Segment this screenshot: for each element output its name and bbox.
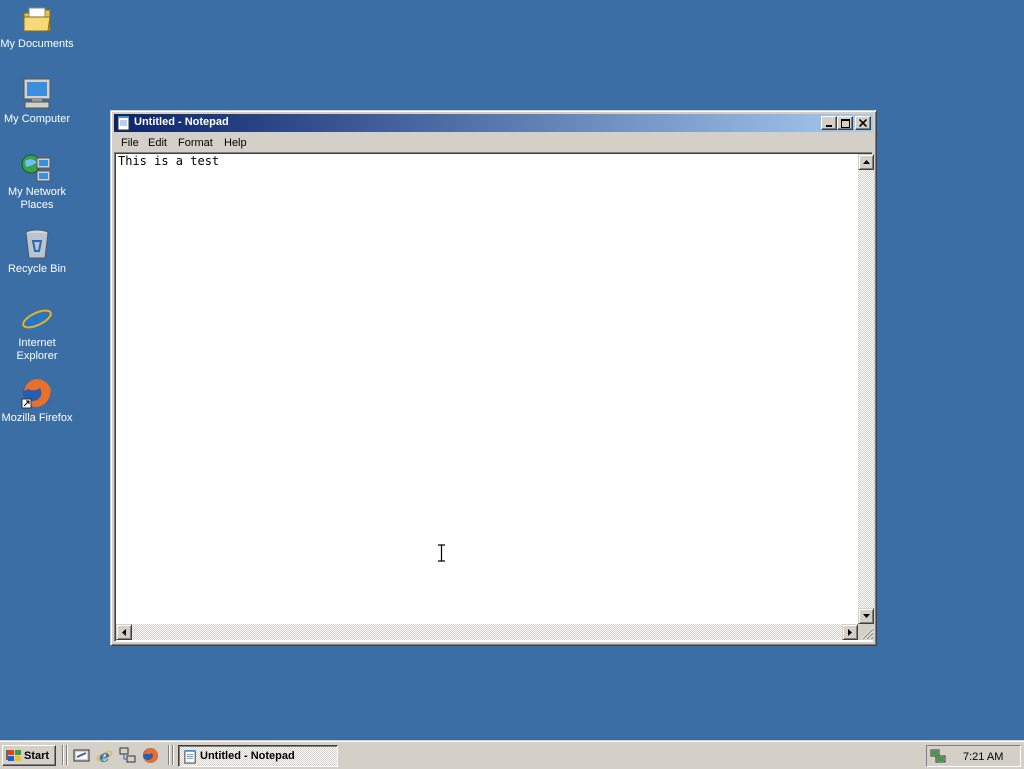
desktop-icon-recycle-bin[interactable]: Recycle Bin [0, 227, 74, 276]
scroll-up-button[interactable] [858, 154, 874, 170]
text-editor[interactable]: This is a test [114, 152, 874, 642]
notepad-icon [183, 749, 198, 767]
desktop-icon-my-network-places[interactable]: My Network Places [0, 152, 74, 212]
windows-logo-icon [6, 749, 22, 766]
desktop-icon-my-documents[interactable]: My Documents [0, 4, 74, 51]
scroll-left-button[interactable] [116, 624, 132, 640]
desktop-icon-label: My Documents [0, 38, 74, 50]
menu-file[interactable]: File [121, 137, 139, 149]
notepad-icon [116, 115, 132, 134]
menu-help[interactable]: Help [224, 137, 247, 149]
taskbar-separator [168, 745, 170, 765]
resize-grip[interactable] [858, 624, 874, 640]
taskbar-button-label: Untitled - Notepad [200, 750, 295, 762]
document-text[interactable]: This is a test [118, 154, 219, 169]
network-status-icon[interactable] [930, 748, 946, 767]
start-button[interactable]: Start [2, 745, 56, 766]
network-places-icon [21, 154, 51, 182]
arrow-right-icon [848, 628, 852, 636]
scroll-down-button[interactable] [858, 608, 874, 624]
start-label: Start [24, 750, 50, 762]
system-tray: 7:21 AM [926, 745, 1021, 767]
minimize-icon [826, 125, 832, 127]
desktop-icon-label: My Network Places [7, 186, 67, 211]
clock[interactable]: 7:21 AM [963, 751, 1003, 763]
resize-grip-icon [861, 627, 874, 640]
taskbar: Start e Untitled - Notepad 7:21 AM [0, 740, 1024, 769]
show-desktop-icon [73, 749, 90, 762]
internet-explorer-icon: e [22, 301, 52, 335]
window-title: Untitled - Notepad [134, 116, 229, 128]
menu-format[interactable]: Format [178, 137, 213, 149]
notepad-window: Untitled - Notepad File Edit Format Help… [110, 110, 877, 646]
minimize-button[interactable] [821, 116, 837, 130]
taskbar-button-notepad[interactable]: Untitled - Notepad [178, 745, 338, 767]
close-button[interactable] [855, 116, 871, 130]
computer-icon [23, 78, 51, 109]
desktop-icon-label: Recycle Bin [7, 263, 67, 275]
quick-launch-internet-explorer[interactable]: e [96, 747, 113, 767]
svg-text:e: e [26, 301, 46, 335]
desktop-icon-label: My Computer [3, 113, 71, 125]
network-icon [119, 747, 136, 763]
desktop-icon-mozilla-firefox[interactable]: Mozilla Firefox [0, 376, 74, 425]
recycle-bin-icon [25, 229, 49, 259]
arrow-up-icon [862, 160, 870, 164]
maximize-icon [840, 118, 850, 128]
desktop-icon-internet-explorer[interactable]: e Internet Explorer [0, 301, 74, 363]
arrow-left-icon [122, 628, 126, 636]
horizontal-scrollbar[interactable] [116, 624, 858, 640]
svg-text:e: e [99, 747, 110, 764]
quick-launch-network[interactable] [119, 747, 136, 767]
taskbar-separator [172, 745, 174, 765]
desktop-icon-label: Mozilla Firefox [1, 412, 73, 424]
maximize-button[interactable] [837, 116, 853, 130]
menu-bar: File Edit Format Help [114, 133, 873, 152]
desktop-icon-my-computer[interactable]: My Computer [0, 77, 74, 126]
title-bar[interactable]: Untitled - Notepad [114, 114, 873, 132]
folder-documents-icon [23, 7, 51, 32]
arrow-down-icon [862, 614, 870, 618]
quick-launch-firefox[interactable] [142, 747, 159, 767]
ibeam-cursor-icon [437, 544, 446, 565]
internet-explorer-icon: e [96, 747, 113, 767]
taskbar-separator [66, 745, 68, 765]
quick-launch-show-desktop[interactable] [73, 747, 90, 767]
desktop-icon-label: Internet Explorer [16, 337, 58, 362]
firefox-icon [143, 748, 158, 763]
vertical-scrollbar[interactable] [858, 154, 874, 624]
scroll-right-button[interactable] [842, 624, 858, 640]
menu-edit[interactable]: Edit [148, 137, 167, 149]
firefox-icon [21, 379, 51, 409]
close-icon [859, 119, 867, 127]
taskbar-separator [62, 745, 64, 765]
